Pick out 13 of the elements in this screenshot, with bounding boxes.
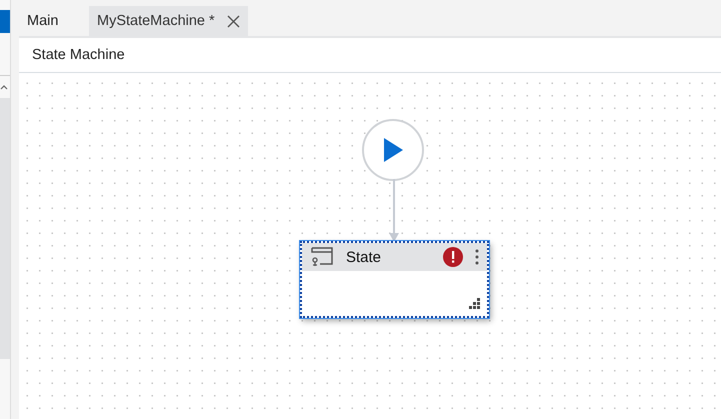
resize-grip-icon[interactable] xyxy=(467,298,481,310)
transition-arrow[interactable] xyxy=(388,179,400,243)
state-node[interactable]: State xyxy=(300,241,489,318)
state-icon xyxy=(310,246,334,268)
tab[interactable]: MyStateMachine * xyxy=(89,6,248,36)
more-icon[interactable] xyxy=(475,249,479,265)
start-node[interactable] xyxy=(362,119,424,181)
state-title: State xyxy=(346,248,382,266)
caret-icon[interactable] xyxy=(0,84,8,92)
play-icon xyxy=(382,137,404,163)
tab[interactable]: Main xyxy=(19,6,89,36)
close-icon[interactable] xyxy=(226,14,240,28)
designer-title: State Machine xyxy=(19,38,721,73)
